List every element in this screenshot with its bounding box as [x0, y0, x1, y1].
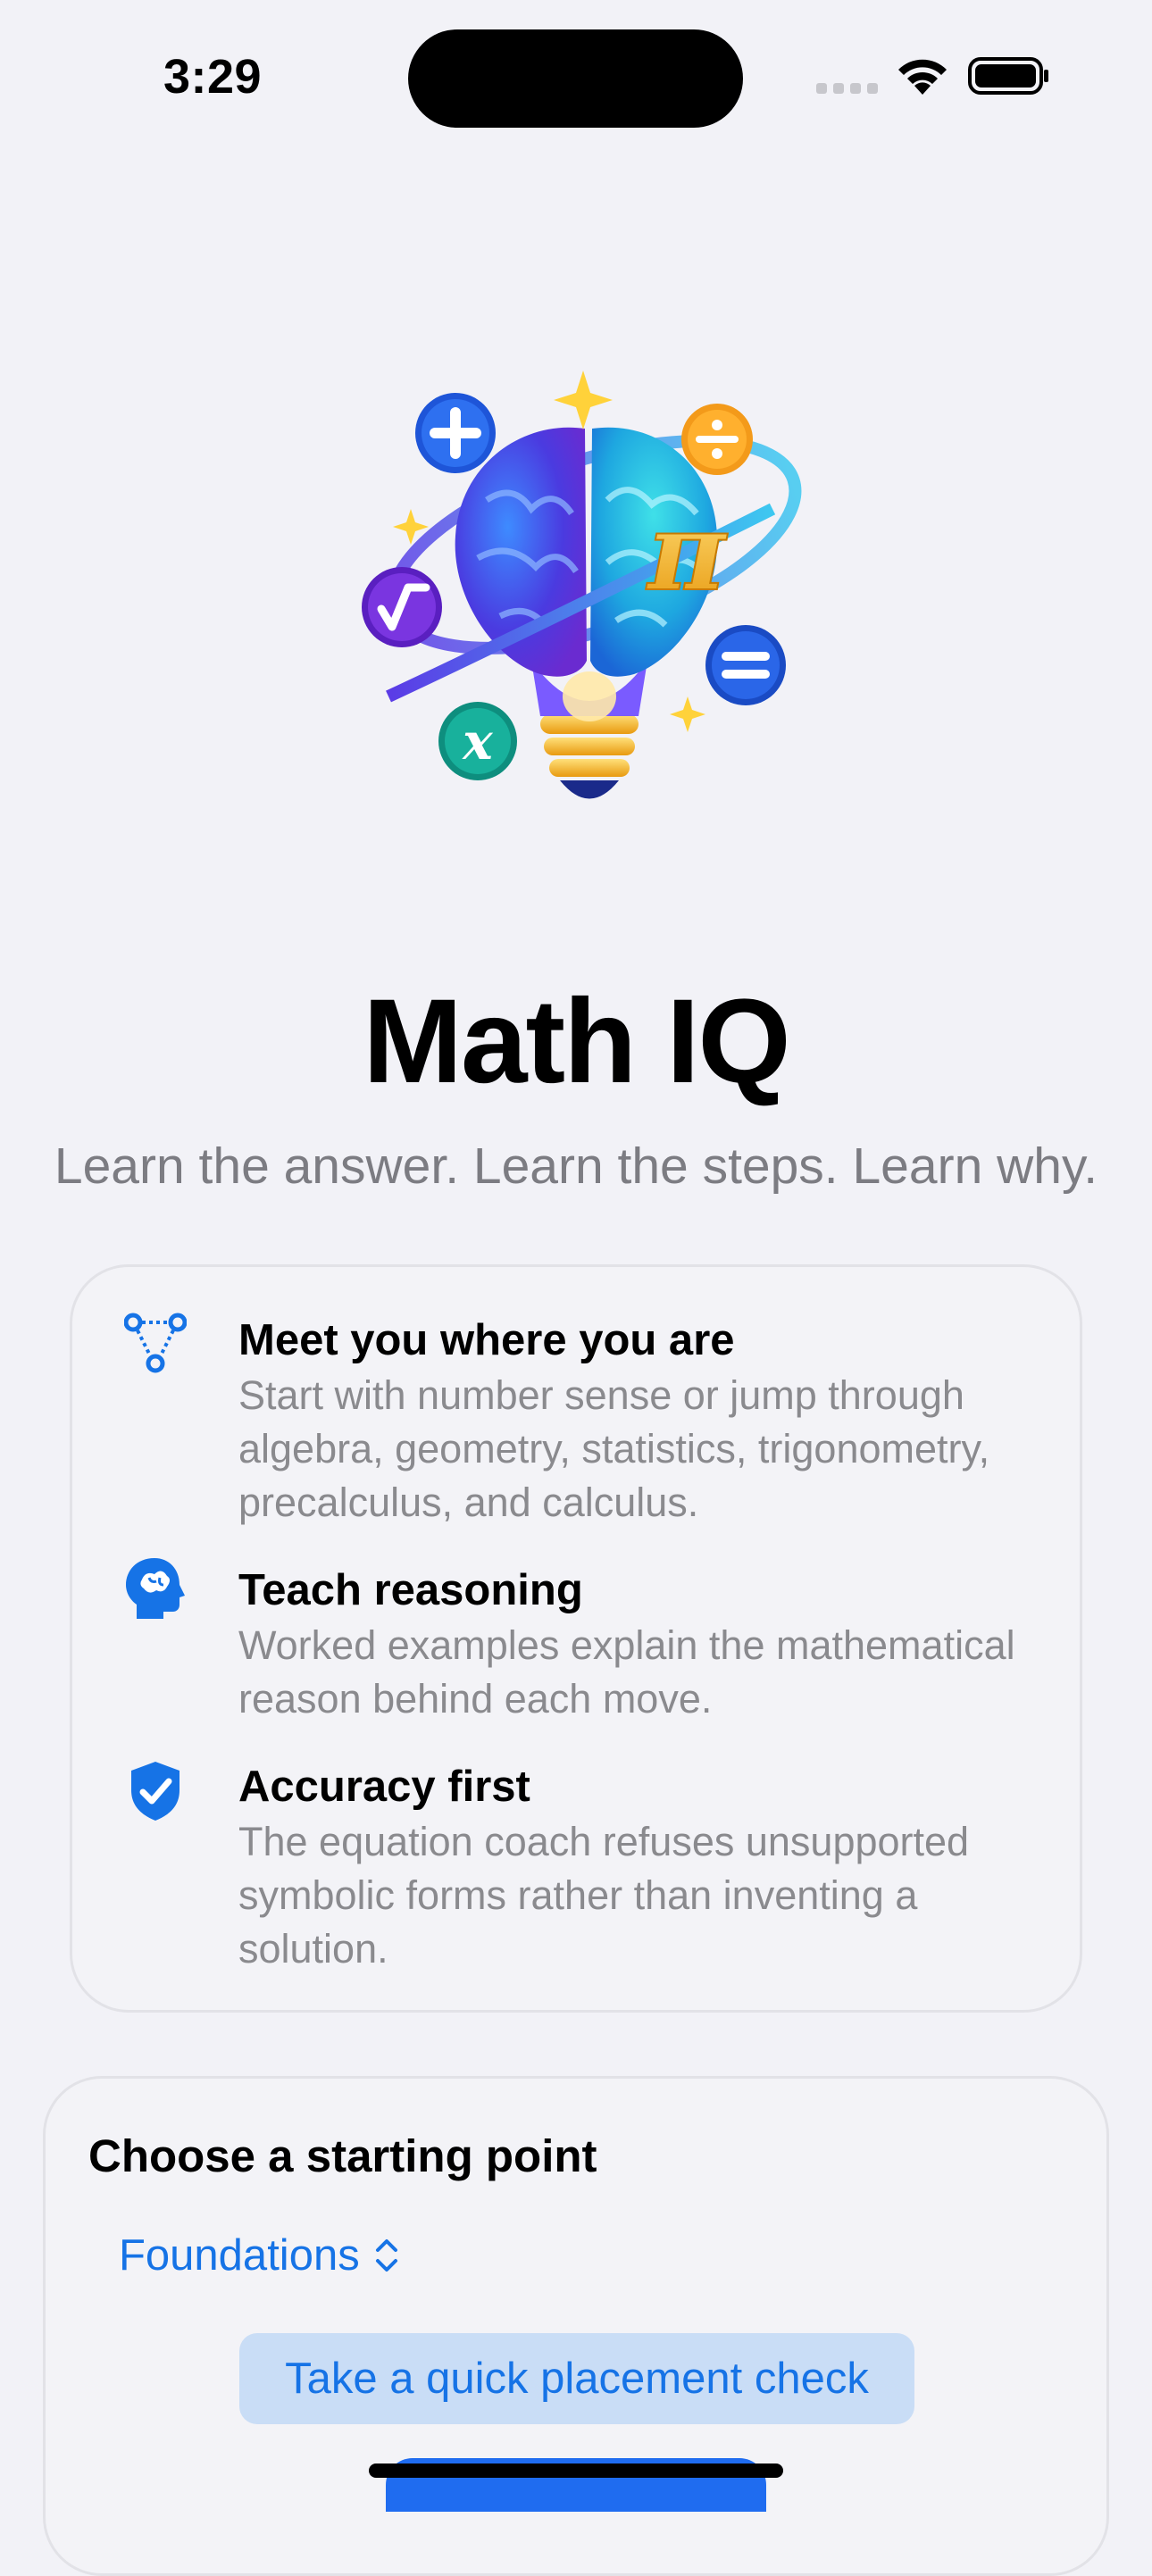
- brain-head-icon: [126, 1558, 185, 1619]
- checkmark-shield-icon: [131, 1762, 179, 1821]
- svg-text:π: π: [646, 489, 728, 615]
- feature-title: Accuracy first: [238, 1763, 530, 1811]
- placement-check-button[interactable]: Take a quick placement check: [239, 2333, 914, 2424]
- level-picker-value: Foundations: [119, 2231, 360, 2280]
- level-picker[interactable]: Foundations: [119, 2230, 401, 2280]
- starting-point-title: Choose a starting point: [88, 2130, 597, 2181]
- path-nodes-icon: [124, 1313, 187, 1373]
- app-title: Math IQ: [363, 975, 790, 1108]
- brain-lightbulb-math-icon: π x: [353, 366, 817, 848]
- battery-icon: [968, 57, 1048, 95]
- svg-text:x: x: [462, 713, 493, 771]
- feature-description: Start with number sense or jump through …: [238, 1372, 990, 1525]
- feature-title: Teach reasoning: [238, 1566, 583, 1614]
- feature-title: Meet you where you are: [238, 1316, 735, 1364]
- home-indicator: [369, 2463, 783, 2478]
- status-time: 3:29: [163, 50, 263, 104]
- status-icons: [816, 54, 1048, 98]
- wifi-icon: [898, 59, 947, 95]
- chevron-up-down-icon: [375, 2239, 397, 2272]
- dynamic-island: [408, 29, 743, 128]
- cellular-icon: [816, 83, 878, 94]
- feature-description: The equation coach refuses unsupported s…: [238, 1819, 970, 1972]
- features-card: Meet you where you are Start with number…: [70, 1264, 1082, 2013]
- feature-description: Worked examples explain the mathematical…: [238, 1622, 1015, 1722]
- app-subtitle: Learn the answer. Learn the steps. Learn…: [54, 1138, 1098, 1195]
